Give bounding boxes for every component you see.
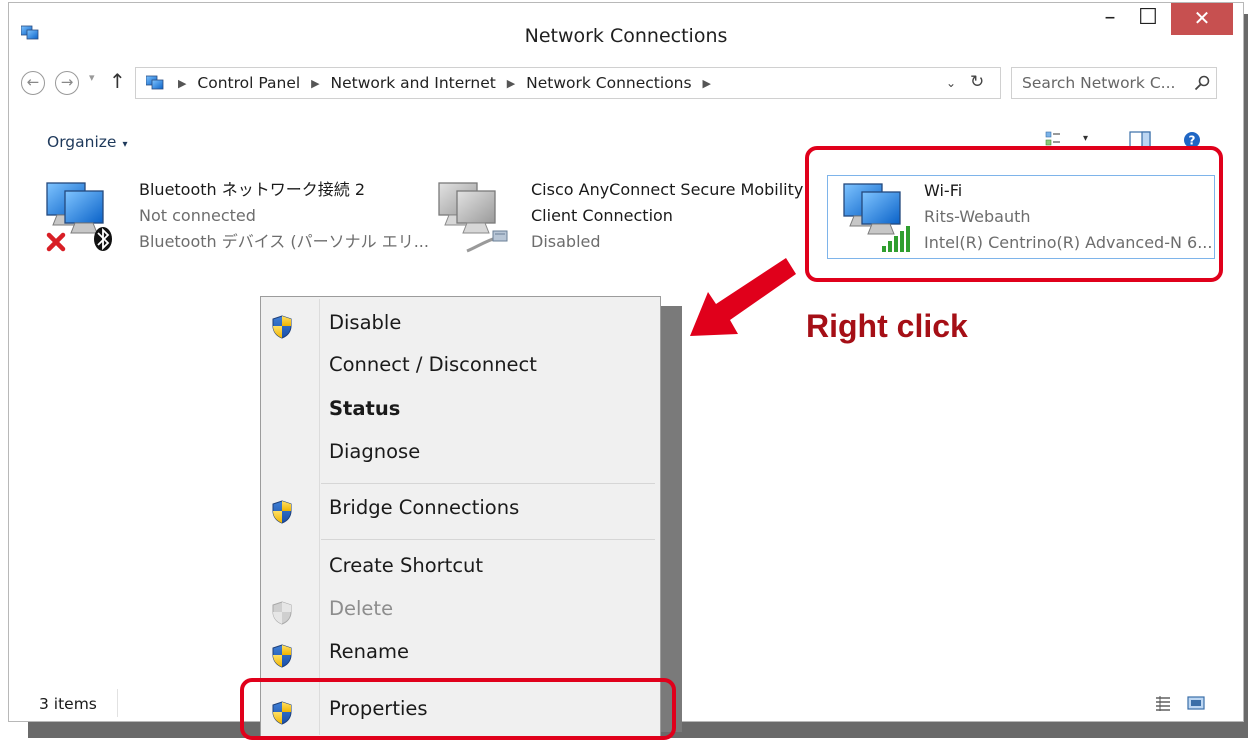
close-button[interactable]: ✕ xyxy=(1171,3,1233,35)
chevron-down-icon: ▾ xyxy=(122,139,128,150)
menu-item-rename[interactable]: Rename xyxy=(261,634,660,674)
organize-label: Organize xyxy=(47,133,117,151)
change-view-icon[interactable] xyxy=(1045,131,1061,147)
search-icon[interactable] xyxy=(1194,75,1210,91)
large-icons-view-icon[interactable] xyxy=(1187,695,1205,711)
crumb-control-panel[interactable]: Control Panel xyxy=(197,74,300,92)
minimize-button[interactable]: – xyxy=(1095,3,1125,35)
uac-shield-icon xyxy=(271,644,293,668)
menu-item-label: Diagnose xyxy=(329,440,421,463)
connection-bluetooth[interactable]: Bluetooth ネットワーク接続 2 Not connected Bluet… xyxy=(45,175,429,259)
network-connections-icon xyxy=(146,75,164,91)
connection-status: Not connected xyxy=(139,206,256,225)
breadcrumb: ▶ Control Panel ▶ Network and Internet ▶… xyxy=(172,74,717,92)
refresh-button[interactable]: ↻ xyxy=(970,72,984,92)
organize-button[interactable]: Organize ▾ xyxy=(47,133,127,151)
uac-shield-icon xyxy=(271,500,293,524)
chevron-right-icon[interactable]: ▶ xyxy=(697,77,717,90)
window-title: Network Connections xyxy=(524,25,728,47)
menu-item-label: Connect / Disconnect xyxy=(329,353,537,376)
address-path[interactable]: ▶ Control Panel ▶ Network and Internet ▶… xyxy=(135,67,1001,99)
chevron-right-icon[interactable]: ▶ xyxy=(501,77,521,90)
details-view-icon[interactable] xyxy=(1155,695,1171,711)
crumb-network-and-internet[interactable]: Network and Internet xyxy=(331,74,496,92)
menu-item-connect-disconnect[interactable]: Connect / Disconnect xyxy=(261,347,660,387)
menu-item-label: Delete xyxy=(329,597,394,620)
menu-item-label: Bridge Connections xyxy=(329,496,520,519)
menu-item-label: Rename xyxy=(329,640,409,663)
connection-name-line2: Client Connection xyxy=(531,206,673,225)
title-bar[interactable]: Network Connections – ☐ ✕ xyxy=(9,3,1243,61)
menu-item-status[interactable]: Status xyxy=(261,391,660,431)
up-button[interactable]: ↑ xyxy=(109,69,126,93)
forward-button[interactable]: → xyxy=(55,71,79,95)
connection-cisco-anyconnect[interactable]: Cisco AnyConnect Secure Mobility Client … xyxy=(437,175,817,259)
status-divider xyxy=(117,689,118,717)
menu-item-diagnose[interactable]: Diagnose xyxy=(261,434,660,474)
menu-item-label: Status xyxy=(329,397,401,420)
right-click-annotation: Right click xyxy=(806,308,968,344)
menu-separator xyxy=(321,539,655,540)
back-button[interactable]: ← xyxy=(21,71,45,95)
maximize-button[interactable]: ☐ xyxy=(1133,3,1163,35)
connection-name: Bluetooth ネットワーク接続 2 xyxy=(139,180,366,199)
more-views-dropdown[interactable]: ▾ xyxy=(1083,133,1088,144)
disabled-network-icon xyxy=(438,182,508,253)
menu-item-create-shortcut[interactable]: Create Shortcut xyxy=(261,548,660,588)
uac-shield-disabled-icon xyxy=(271,601,293,625)
menu-item-delete: Delete xyxy=(261,591,660,631)
highlight-properties-item xyxy=(240,678,676,740)
search-placeholder: Search Network C... xyxy=(1022,74,1176,92)
menu-item-bridge-connections[interactable]: Bridge Connections xyxy=(261,490,660,530)
address-bar: ← → ▾ ↑ ▶ Control Panel ▶ Network and In… xyxy=(9,65,1243,101)
address-dropdown-icon[interactable]: ⌄ xyxy=(946,76,956,90)
connection-device: Bluetooth デバイス (パーソナル エリ... xyxy=(139,232,429,251)
menu-item-label: Disable xyxy=(329,311,402,334)
items-count: 3 items xyxy=(39,695,97,713)
chevron-right-icon[interactable]: ▶ xyxy=(172,77,192,90)
menu-item-disable[interactable]: Disable xyxy=(261,305,660,345)
crumb-network-connections[interactable]: Network Connections xyxy=(526,74,691,92)
chevron-right-icon[interactable]: ▶ xyxy=(305,77,325,90)
menu-item-label: Create Shortcut xyxy=(329,554,484,577)
arrow-annotation-icon xyxy=(690,258,796,336)
highlight-wifi-connection xyxy=(805,146,1223,282)
context-menu: Disable Connect / Disconnect Status Diag… xyxy=(260,296,661,740)
menu-separator xyxy=(321,483,655,484)
search-input[interactable]: Search Network C... xyxy=(1011,67,1217,99)
recent-locations-dropdown[interactable]: ▾ xyxy=(89,71,95,84)
uac-shield-icon xyxy=(271,315,293,339)
connection-name: Cisco AnyConnect Secure Mobility xyxy=(531,180,804,199)
connection-status: Disabled xyxy=(531,232,601,251)
bluetooth-network-icon xyxy=(46,182,112,252)
